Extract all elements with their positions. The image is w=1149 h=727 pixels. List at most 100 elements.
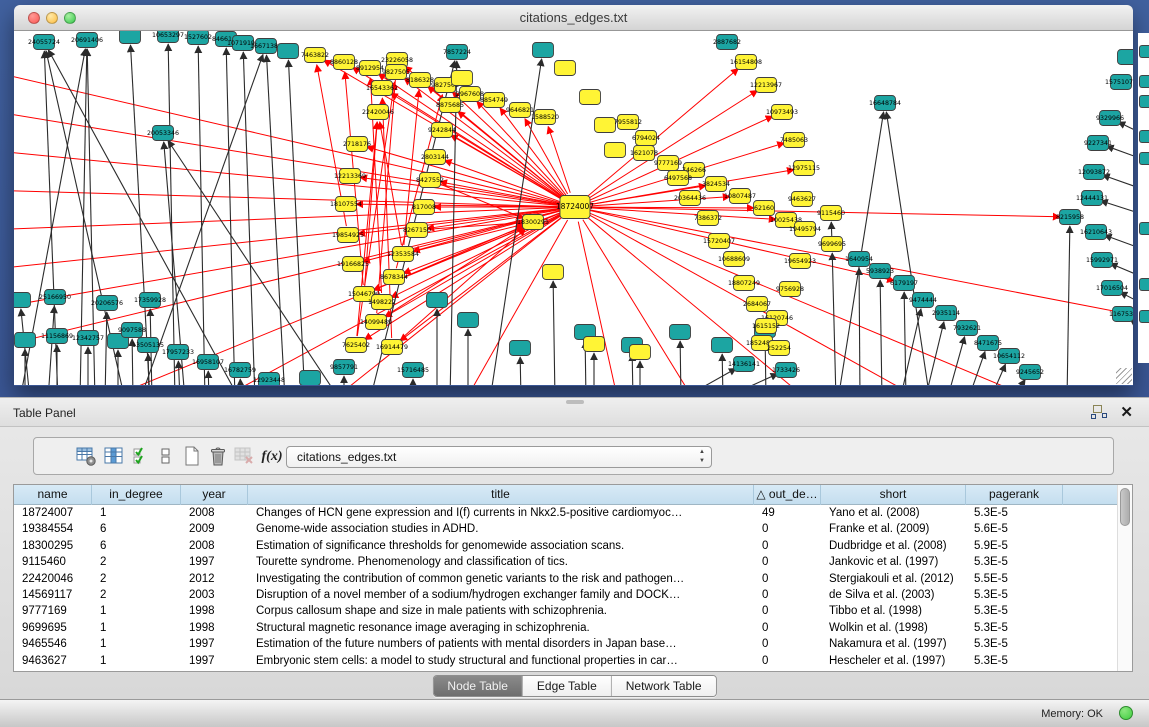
- graph-node[interactable]: [15, 333, 36, 348]
- graph-node[interactable]: [452, 71, 473, 86]
- graph-node[interactable]: [533, 43, 554, 58]
- scrollbar-thumb[interactable]: [1120, 488, 1130, 526]
- tab-network-table[interactable]: Network Table: [611, 676, 716, 696]
- graph-node[interactable]: 1621078: [630, 146, 658, 161]
- column-header-out_degree[interactable]: △ out_de…: [754, 485, 821, 505]
- graph-node[interactable]: 16914479: [376, 340, 408, 355]
- graph-node[interactable]: 15720407: [703, 234, 735, 249]
- window-titlebar[interactable]: citations_edges.txt: [14, 5, 1133, 31]
- graph-node[interactable]: 18724007: [556, 196, 594, 219]
- graph-node[interactable]: 9699695: [818, 237, 846, 252]
- graph-node[interactable]: 12342757: [72, 331, 104, 346]
- table-row[interactable]: 946362711997Embryonic stem cells: a mode…: [14, 653, 1117, 669]
- resize-grip-icon[interactable]: [1116, 368, 1132, 384]
- graph-node[interactable]: 62160: [754, 201, 775, 216]
- table-scrollbar[interactable]: [1117, 485, 1132, 671]
- graph-node[interactable]: [584, 337, 605, 352]
- graph-node[interactable]: 15751074: [1105, 75, 1133, 90]
- graph-node[interactable]: [14, 293, 31, 308]
- graph-node[interactable]: 14099489: [360, 315, 392, 330]
- graph-node[interactable]: 11156869: [41, 329, 73, 344]
- table-settings-icon[interactable]: [74, 445, 98, 469]
- graph-node[interactable]: 2887682: [713, 35, 741, 50]
- graph-node[interactable]: 19654923: [784, 254, 816, 269]
- column-header-pagerank[interactable]: pagerank: [966, 485, 1063, 505]
- graph-node[interactable]: 2718176: [343, 137, 371, 152]
- graph-node[interactable]: 8186328: [406, 73, 434, 88]
- graph-node[interactable]: 15716485: [397, 363, 429, 378]
- graph-node[interactable]: 12093872: [1078, 165, 1110, 180]
- graph-node[interactable]: 16210643: [1080, 225, 1112, 240]
- graph-node[interactable]: 16958107: [192, 355, 224, 370]
- graph-node[interactable]: [427, 293, 448, 308]
- graph-node[interactable]: 10654112: [993, 349, 1025, 364]
- graph-node[interactable]: 3824534: [702, 177, 730, 192]
- graph-node[interactable]: 2803144: [421, 150, 449, 165]
- graph-node[interactable]: 16648784: [869, 96, 901, 111]
- graph-node[interactable]: 2935114: [932, 306, 960, 321]
- function-builder-icon[interactable]: f(x): [260, 445, 284, 469]
- graph-node[interactable]: [458, 313, 479, 328]
- graph-node[interactable]: [1118, 50, 1134, 65]
- rows-icon[interactable]: [154, 445, 178, 469]
- graph-node[interactable]: 7932621: [953, 321, 981, 336]
- graph-node[interactable]: [595, 118, 616, 133]
- graph-node[interactable]: 12213369: [334, 169, 366, 184]
- graph-node[interactable]: 10688609: [718, 252, 750, 267]
- graph-node[interactable]: 18807249: [728, 276, 760, 291]
- graph-node[interactable]: 817008: [412, 200, 436, 215]
- table-row[interactable]: 977716911998Corpus callosum shape and si…: [14, 603, 1117, 619]
- graph-node[interactable]: 10653297: [152, 31, 184, 43]
- graph-node[interactable]: 9646821: [506, 103, 534, 118]
- splitter-handle[interactable]: [566, 400, 584, 404]
- table-row[interactable]: 969969511998Structural magnetic resonanc…: [14, 620, 1117, 636]
- graph-node[interactable]: 24055724: [28, 35, 60, 50]
- column-header-year[interactable]: year: [181, 485, 248, 505]
- graph-node[interactable]: 8860128: [330, 55, 358, 70]
- graph-node[interactable]: 7463822: [301, 48, 329, 63]
- graph-node[interactable]: 7857224: [443, 45, 471, 60]
- graph-node[interactable]: 252254: [767, 341, 791, 356]
- graph-node[interactable]: 1527602: [184, 31, 212, 45]
- graph-node[interactable]: 18107554: [330, 197, 362, 212]
- graph-node[interactable]: 9329966: [1096, 111, 1124, 126]
- graph-node[interactable]: 12975115: [788, 161, 820, 176]
- graph-node[interactable]: 9474444: [909, 293, 937, 308]
- graph-node[interactable]: 7485063: [780, 133, 808, 148]
- graph-node[interactable]: 1588520: [531, 110, 559, 125]
- table-column-icon[interactable]: [102, 445, 126, 469]
- graph-node[interactable]: 8854749: [480, 93, 508, 108]
- graph-node[interactable]: 9227341: [1084, 136, 1112, 151]
- column-header-short[interactable]: short: [821, 485, 966, 505]
- network-canvas[interactable]: 2405572420691406106532971527602846616210…: [14, 31, 1133, 385]
- graph-node[interactable]: 1167534: [1109, 307, 1133, 322]
- graph-node[interactable]: 1498222: [368, 295, 396, 310]
- graph-node[interactable]: 13505135: [132, 338, 164, 353]
- graph-node[interactable]: 8215958: [1056, 210, 1084, 225]
- table-select-combobox[interactable]: citations_edges.txt ▲▼: [286, 446, 712, 468]
- graph-node[interactable]: [605, 143, 626, 158]
- table-row[interactable]: 1938455462009Genome-wide association stu…: [14, 521, 1117, 537]
- graph-node[interactable]: 6497568: [664, 171, 692, 186]
- graph-node[interactable]: 7386372: [694, 211, 722, 226]
- graph-node[interactable]: 8912954: [356, 61, 384, 76]
- column-header-in_degree[interactable]: in_degree: [92, 485, 181, 505]
- graph-node[interactable]: 7625402: [342, 338, 370, 353]
- graph-node[interactable]: 8427552: [416, 173, 444, 188]
- graph-node[interactable]: 20691406: [71, 33, 103, 48]
- graph-node[interactable]: 9857791: [330, 360, 358, 375]
- graph-node[interactable]: [670, 325, 691, 340]
- tab-edge-table[interactable]: Edge Table: [522, 676, 611, 696]
- graph-node[interactable]: 9463627: [788, 192, 816, 207]
- graph-node[interactable]: [278, 44, 299, 59]
- graph-node[interactable]: 16154808: [730, 55, 762, 70]
- graph-node[interactable]: [300, 371, 321, 386]
- column-header-title[interactable]: title: [248, 485, 754, 505]
- graph-node[interactable]: 9115460: [817, 206, 845, 221]
- graph-node[interactable]: 8875685: [436, 98, 464, 113]
- graph-node[interactable]: 10807487: [724, 189, 756, 204]
- graph-node[interactable]: 7955812: [614, 115, 642, 130]
- graph-node[interactable]: [630, 345, 651, 360]
- graph-node[interactable]: 6179197: [890, 276, 918, 291]
- graph-node[interactable]: 12923448: [253, 373, 285, 386]
